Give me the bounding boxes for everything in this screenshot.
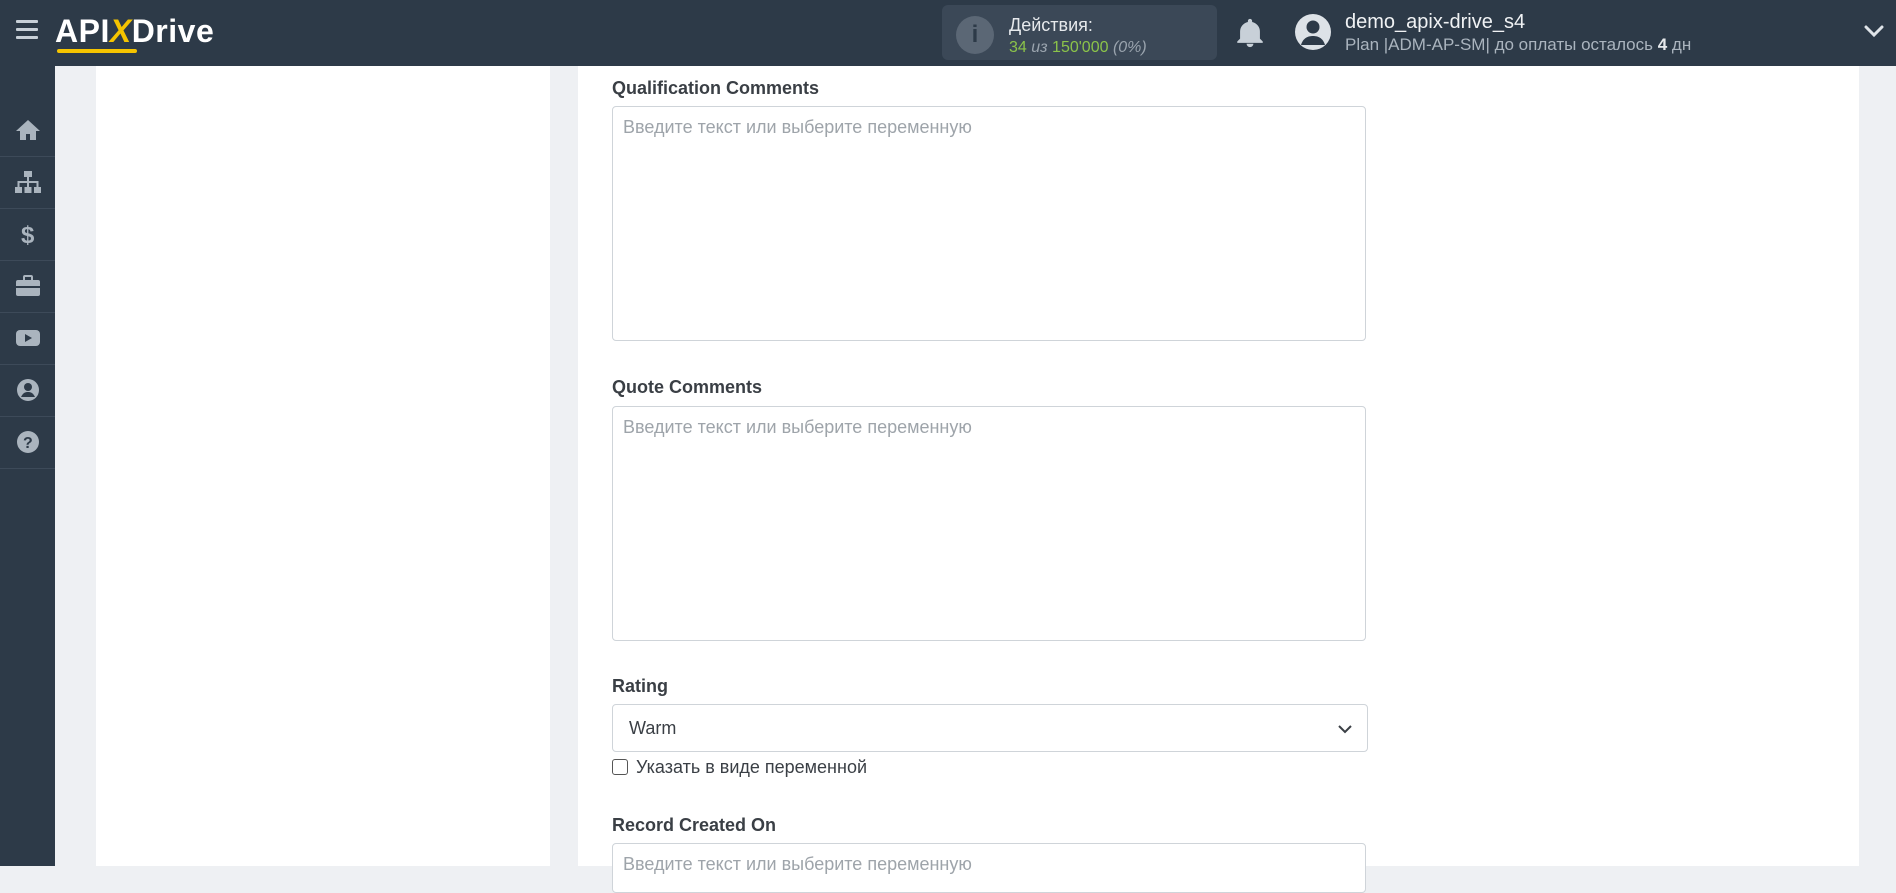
home-icon bbox=[15, 120, 40, 140]
actions-counter[interactable]: i Действия: 34 из 150'000 (0%) bbox=[942, 5, 1217, 60]
rating-selected-value: Warm bbox=[629, 718, 677, 738]
sidebar: $ ? bbox=[0, 66, 55, 866]
logo-text-api: API bbox=[55, 13, 110, 49]
top-header: APIXDrive i Действия: 34 из 150'000 (0%)… bbox=[0, 0, 1896, 66]
bell-icon[interactable] bbox=[1233, 16, 1267, 50]
plan-days-suffix: дн bbox=[1667, 35, 1692, 54]
quote-comments-label: Quote Comments bbox=[612, 377, 763, 397]
actions-stats: 34 из 150'000 (0%) bbox=[1009, 39, 1147, 57]
actions-limit: 150'000 bbox=[1052, 39, 1109, 56]
actions-used: 34 bbox=[1009, 39, 1027, 56]
sidebar-item-help[interactable]: ? bbox=[0, 416, 55, 469]
menu-icon[interactable] bbox=[16, 20, 38, 40]
username[interactable]: demo_apix-drive_s4 bbox=[1345, 11, 1525, 34]
actions-title: Действия: bbox=[1009, 15, 1093, 35]
plan-days: 4 bbox=[1657, 35, 1668, 54]
actions-of-label: из bbox=[1031, 39, 1048, 56]
sidebar-item-tools[interactable] bbox=[0, 260, 55, 313]
youtube-icon bbox=[15, 330, 40, 346]
logo-text-x: X bbox=[109, 13, 132, 49]
svg-text:?: ? bbox=[23, 435, 33, 452]
svg-text:$: $ bbox=[21, 222, 35, 247]
record-created-on-label: Record Created On bbox=[612, 815, 777, 835]
briefcase-icon bbox=[15, 275, 40, 296]
left-panel bbox=[96, 66, 550, 866]
qualification-comments-field[interactable]: Введите текст или выберите переменную bbox=[612, 106, 1366, 341]
sitemap-icon bbox=[14, 171, 41, 193]
rating-select[interactable]: Warm bbox=[612, 704, 1368, 752]
info-icon: i bbox=[956, 16, 994, 54]
user-circle-icon bbox=[16, 379, 39, 401]
rating-variable-checkbox-label[interactable]: Указать в виде переменной bbox=[636, 757, 867, 778]
quote-comments-field[interactable]: Введите текст или выберите переменную bbox=[612, 406, 1366, 641]
apix-drive-logo[interactable]: APIXDrive bbox=[55, 9, 214, 53]
rating-variable-checkbox[interactable] bbox=[612, 759, 628, 775]
actions-percent: (0%) bbox=[1112, 39, 1147, 56]
question-icon: ? bbox=[16, 431, 39, 453]
record-created-on-field[interactable]: Введите текст или выберите переменную bbox=[612, 843, 1366, 893]
sidebar-item-profile[interactable] bbox=[0, 364, 55, 417]
logo-underline bbox=[57, 49, 137, 53]
sidebar-item-video[interactable] bbox=[0, 312, 55, 365]
qualification-comments-label: Qualification Comments bbox=[612, 78, 820, 98]
rating-label: Rating bbox=[612, 676, 668, 696]
sidebar-item-connections[interactable] bbox=[0, 156, 55, 209]
chevron-down-icon bbox=[1338, 725, 1352, 734]
plan-info: Plan |ADM-AP-SM| до оплаты осталось 4 дн bbox=[1345, 35, 1691, 55]
sidebar-item-billing[interactable]: $ bbox=[0, 208, 55, 261]
avatar[interactable] bbox=[1295, 14, 1331, 50]
plan-prefix: Plan |ADM-AP-SM| до оплаты осталось bbox=[1345, 35, 1658, 54]
dollar-icon: $ bbox=[21, 222, 35, 247]
chevron-down-icon[interactable] bbox=[1864, 24, 1884, 38]
logo-text-drive: Drive bbox=[131, 13, 215, 49]
sidebar-item-home[interactable] bbox=[0, 104, 55, 157]
